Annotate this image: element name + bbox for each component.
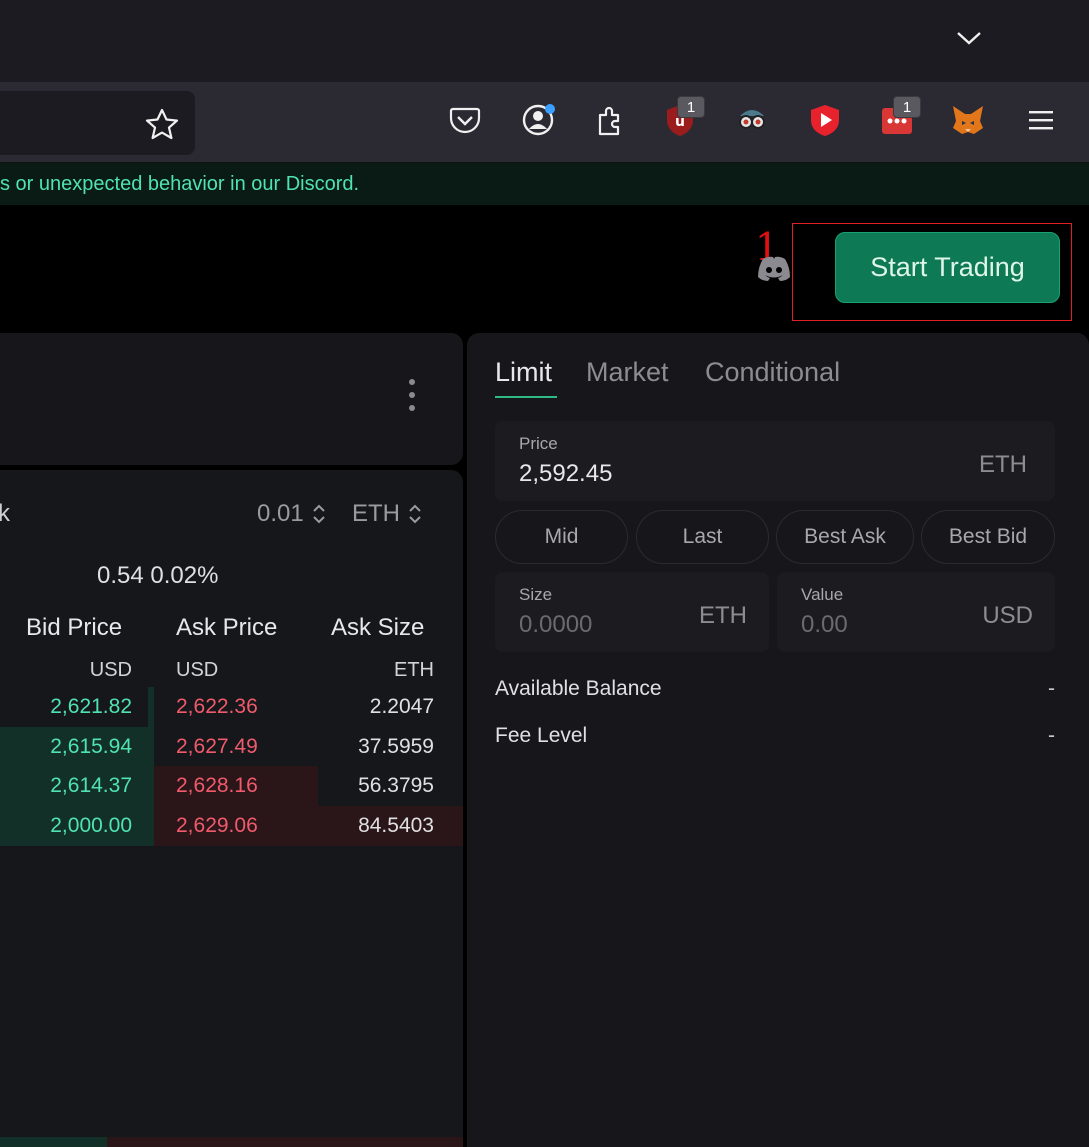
table-row[interactable]: 2,615.94 2,627.49 37.5959 [0, 727, 463, 767]
value-unit: USD [982, 602, 1033, 629]
size-label: Size [519, 585, 553, 604]
bookmark-star-icon[interactable] [144, 107, 180, 141]
extensions-puzzle-icon[interactable] [590, 100, 630, 140]
tick-unit-selector[interactable]: ETH [352, 500, 422, 528]
notice-banner: s or unexpected behavior in our Discord. [0, 163, 1089, 205]
bid-price: 2,621.82 [50, 695, 132, 718]
table-row[interactable]: 2,621.82 2,622.36 2.2047 [0, 687, 463, 727]
ask-size: 84.5403 [358, 814, 434, 837]
browser-toolbar: u 1 1 [0, 82, 1089, 163]
orderbook-panel: k 0.01 ETH 0.54 0.02% Bid Price Ask Pric… [0, 470, 463, 1147]
chevron-down-icon[interactable] [955, 26, 983, 50]
column-header-ask-price: Ask Price [176, 614, 278, 641]
column-unit-ask: USD [176, 659, 219, 681]
password-manager-badge: 1 [893, 96, 921, 118]
column-header-bid-price: Bid Price [26, 614, 123, 641]
price-value: 2,592.45 [519, 460, 613, 487]
orderbook-title: k [0, 500, 10, 527]
market-info-panel [0, 333, 463, 465]
pocket-icon[interactable] [445, 100, 485, 140]
price-label: Price [519, 434, 558, 453]
url-bar[interactable] [0, 91, 195, 155]
bid-depth-bar [148, 687, 154, 727]
tick-size-selector[interactable]: 0.01 [257, 500, 326, 528]
fee-level-label: Fee Level [495, 724, 588, 747]
size-field[interactable]: Size 0.0000 ETH [495, 572, 769, 652]
metamask-fox-icon[interactable] [948, 100, 988, 140]
ask-size: 2.2047 [369, 695, 434, 718]
available-balance-label: Available Balance [495, 677, 662, 700]
size-placeholder: 0.0000 [519, 611, 593, 638]
mid-button[interactable]: Mid [495, 510, 628, 564]
app-header: 1 Start Trading [0, 205, 1089, 333]
spread-value: 0.54 0.02% [97, 562, 219, 589]
hamburger-menu-icon[interactable] [1021, 100, 1061, 140]
discord-icon[interactable] [757, 255, 791, 281]
ask-price: 2,628.16 [176, 774, 258, 797]
column-unit-size: ETH [394, 659, 434, 681]
account-icon[interactable] [518, 100, 558, 140]
active-tab-underline [495, 396, 557, 398]
tick-unit-value: ETH [352, 500, 400, 527]
notice-text: s or unexpected behavior in our Discord. [0, 173, 360, 195]
browser-tab-bar [0, 0, 1089, 82]
ask-price: 2,622.36 [176, 695, 258, 718]
value-label: Value [801, 585, 844, 604]
start-trading-button[interactable]: Start Trading [835, 232, 1060, 303]
best-ask-button[interactable]: Best Ask [776, 510, 914, 564]
tab-market[interactable]: Market [586, 357, 669, 388]
youtube-shield-icon[interactable] [805, 100, 845, 140]
best-bid-button[interactable]: Best Bid [921, 510, 1055, 564]
tab-limit[interactable]: Limit [495, 357, 552, 388]
ask-size: 56.3795 [358, 774, 434, 797]
ublock-badge: 1 [677, 96, 705, 118]
price-unit: ETH [979, 451, 1027, 478]
panel-divider [463, 333, 466, 1147]
ask-price: 2,629.06 [176, 814, 258, 837]
bid-price: 2,615.94 [50, 735, 132, 758]
size-unit: ETH [699, 602, 747, 629]
ask-depth-bar [107, 1137, 463, 1147]
table-row[interactable]: 2,614.37 2,628.16 56.3795 [0, 766, 463, 806]
tab-conditional[interactable]: Conditional [705, 357, 840, 388]
spy-glasses-extension-icon[interactable] [732, 100, 772, 140]
ask-price: 2,627.49 [176, 735, 258, 758]
up-down-chevron-icon [409, 504, 421, 524]
bid-depth-bar [0, 1137, 107, 1147]
more-options-icon[interactable] [402, 379, 422, 411]
order-entry-panel: Limit Market Conditional Price 2,592.45 … [467, 333, 1089, 1147]
bid-price: 2,000.00 [50, 814, 132, 837]
available-balance-value: - [1048, 677, 1055, 700]
column-header-ask-size: Ask Size [331, 614, 425, 641]
fee-level-value: - [1048, 724, 1055, 747]
bid-price: 2,614.37 [50, 774, 132, 797]
value-placeholder: 0.00 [801, 611, 848, 638]
value-field[interactable]: Value 0.00 USD [777, 572, 1055, 652]
column-unit-bid: USD [89, 659, 132, 681]
table-row[interactable]: 2,000.00 2,629.06 84.5403 [0, 806, 463, 846]
tick-size-value: 0.01 [257, 500, 304, 527]
ask-size: 37.5959 [358, 735, 434, 758]
last-button[interactable]: Last [636, 510, 769, 564]
up-down-chevron-icon [313, 504, 325, 524]
price-field[interactable]: Price 2,592.45 ETH [495, 421, 1055, 501]
